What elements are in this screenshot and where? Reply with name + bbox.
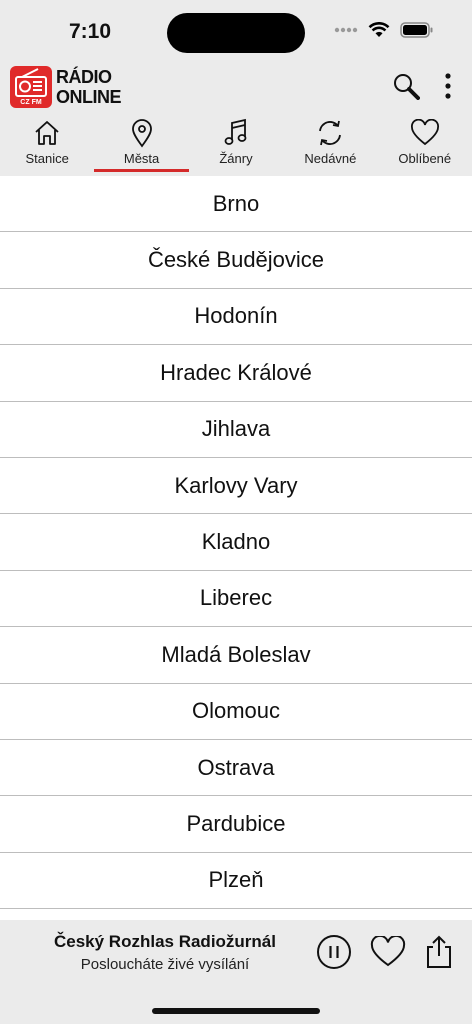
status-time: 7:10	[69, 20, 112, 43]
city-item[interactable]: Pardubice	[0, 796, 472, 853]
player-controls	[316, 934, 454, 970]
active-tab-indicator	[94, 169, 189, 172]
pause-icon[interactable]	[316, 934, 352, 970]
tab-label: Nedávné	[304, 151, 357, 166]
city-item[interactable]: České Budějovice	[0, 232, 472, 289]
city-item[interactable]: Kladno	[0, 514, 472, 571]
app-header: CZ FM RÁDIO ONLINE Stanice Města Žánry N…	[0, 62, 472, 176]
tab-oblibene[interactable]: Oblíbené	[378, 118, 472, 176]
home-indicator	[152, 1008, 320, 1014]
header-actions	[392, 72, 452, 100]
logo-line-2: ONLINE	[56, 87, 122, 107]
city-item[interactable]: Jihlava	[0, 402, 472, 458]
home-icon	[35, 121, 59, 145]
city-item[interactable]: Hradec Králové	[0, 345, 472, 402]
tab-label: Města	[123, 151, 160, 166]
music-note-icon	[224, 118, 247, 145]
city-item[interactable]: Ostrava	[0, 740, 472, 797]
tab-nedavne[interactable]: Nedávné	[283, 118, 377, 176]
location-pin-icon	[131, 119, 152, 148]
city-item[interactable]: Olomouc	[0, 684, 472, 740]
tab-stanice[interactable]: Stanice	[0, 118, 94, 176]
signal-icon	[334, 27, 358, 33]
tab-mesta[interactable]: Města	[94, 118, 189, 176]
city-list: Brno České Budějovice Hodonín Hradec Krá…	[0, 176, 472, 920]
wifi-icon	[368, 22, 390, 37]
city-item[interactable]: Mladá Boleslav	[0, 627, 472, 684]
city-item[interactable]: Karlovy Vary	[0, 458, 472, 515]
now-playing-info[interactable]: Český Rozhlas Radiožurnál Posloucháte ži…	[20, 932, 310, 973]
playback-status: Posloucháte živé vysílání	[80, 956, 250, 973]
tab-zanry[interactable]: Žánry	[189, 118, 283, 176]
status-bar: 7:10	[0, 0, 472, 62]
app-logo: CZ FM RÁDIO ONLINE	[10, 66, 122, 108]
tab-label: Stanice	[25, 151, 69, 166]
dynamic-island	[167, 13, 305, 53]
logo-text: RÁDIO ONLINE	[56, 67, 122, 107]
radio-logo-icon: CZ FM	[10, 66, 52, 108]
logo-badge: CZ FM	[20, 99, 42, 106]
city-item[interactable]: Liberec	[0, 571, 472, 628]
heart-icon	[410, 119, 439, 146]
city-item[interactable]: Plzeň	[0, 853, 472, 910]
tab-label: Oblíbené	[398, 151, 452, 166]
more-vertical-icon[interactable]	[444, 72, 452, 100]
battery-icon	[400, 22, 433, 38]
city-item[interactable]: Brno	[0, 176, 472, 233]
city-item[interactable]: Hodonín	[0, 289, 472, 346]
tab-label: Žánry	[219, 151, 253, 166]
status-icons	[334, 22, 434, 38]
favorite-heart-icon[interactable]	[370, 936, 406, 968]
refresh-icon	[319, 120, 342, 146]
share-icon[interactable]	[424, 934, 454, 970]
station-name: Český Rozhlas Radiožurnál	[53, 932, 276, 951]
search-icon[interactable]	[392, 72, 420, 100]
logo-line-1: RÁDIO	[56, 67, 112, 87]
tab-bar: Stanice Města Žánry Nedávné Oblíbené	[0, 118, 472, 176]
